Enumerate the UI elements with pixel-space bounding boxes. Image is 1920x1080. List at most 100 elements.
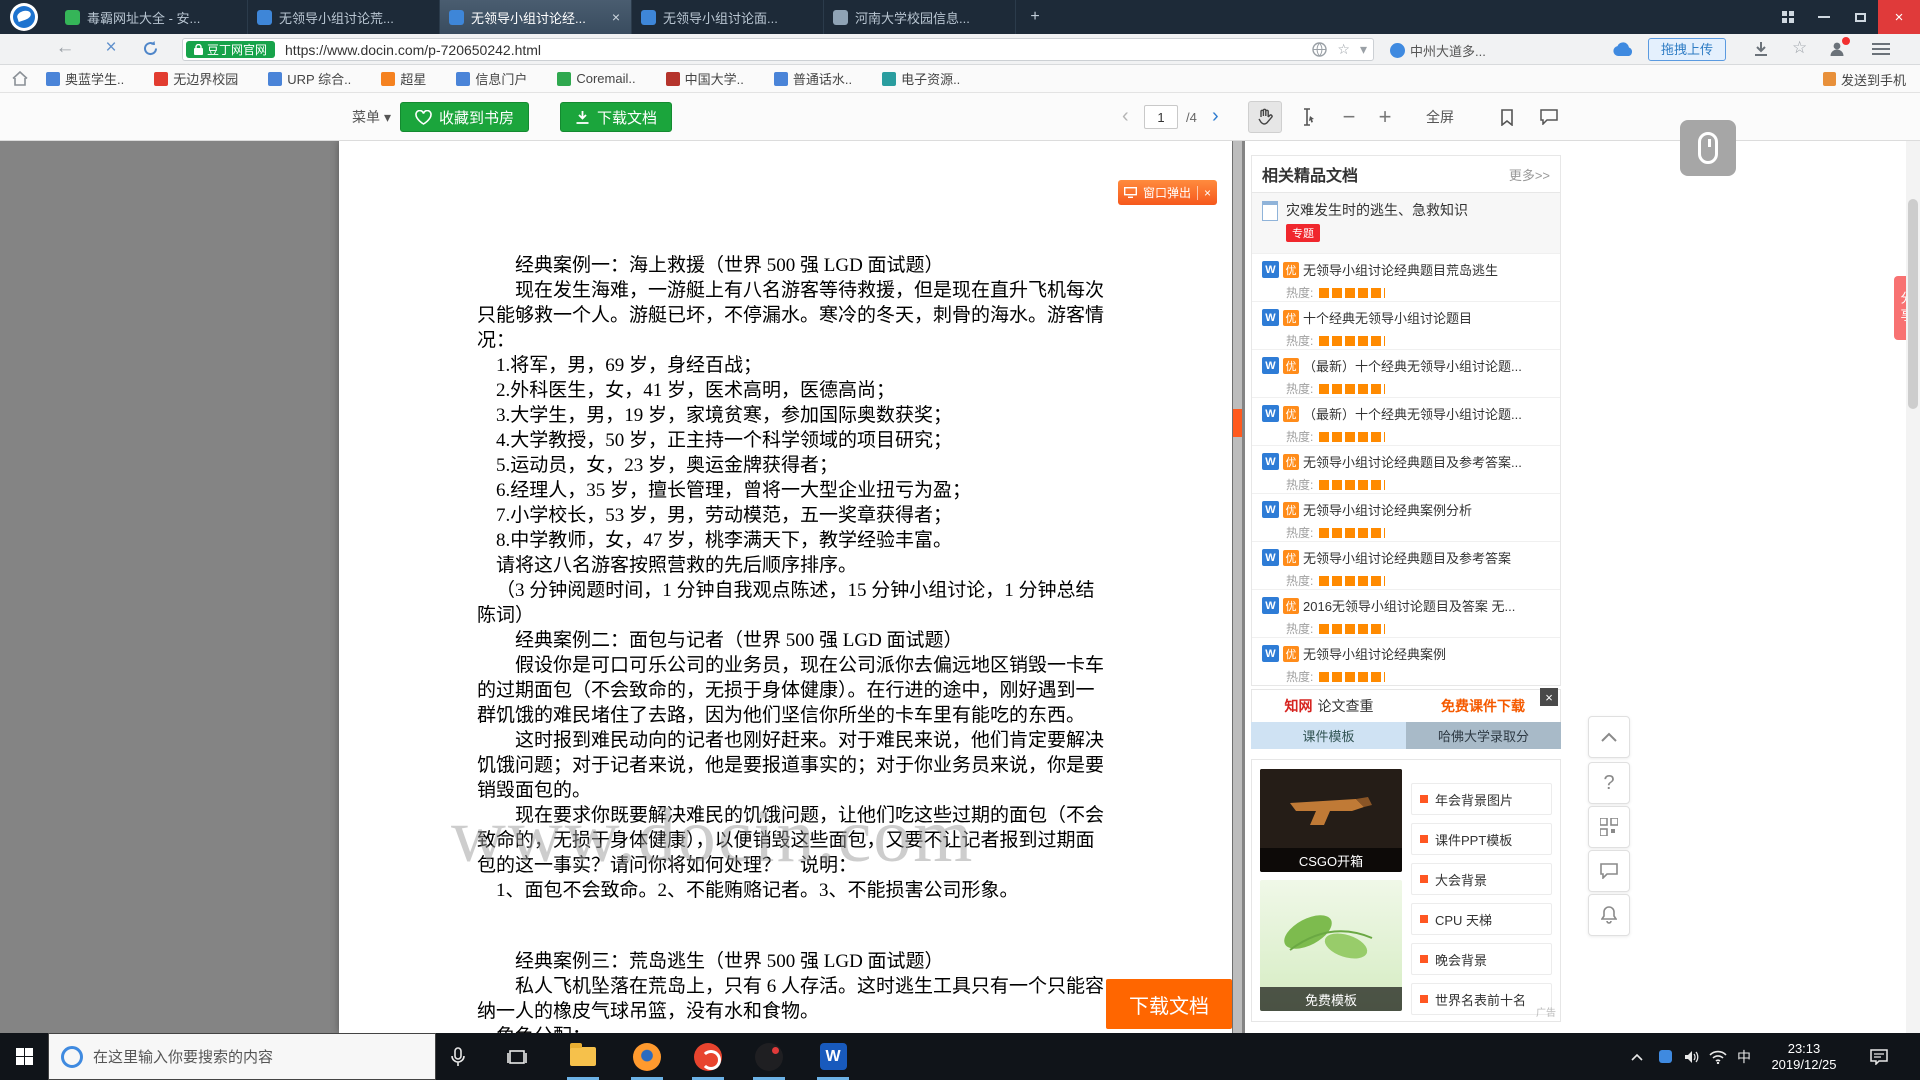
network-icon[interactable] — [1706, 1033, 1730, 1080]
back-icon[interactable]: ← — [52, 37, 78, 59]
download-doc-button[interactable]: 下载文档 — [560, 102, 672, 132]
related-doc-item[interactable]: W 优 无领导小组讨论经典题目及参考答案 热度: — [1252, 541, 1560, 589]
related-doc-item[interactable]: W 优 无领导小组讨论经典题目荒岛逃生 热度: — [1252, 253, 1560, 301]
related-doc-title[interactable]: 无领导小组讨论经典案例 — [1303, 644, 1446, 663]
bookmark-item[interactable]: 信息门户 — [456, 69, 527, 88]
bookmark-item[interactable]: 无边界校园 — [154, 69, 238, 88]
bookmark-item[interactable]: Coremail.. — [557, 71, 635, 86]
viewer-scrollbar[interactable] — [1233, 141, 1242, 1033]
drag-upload-button[interactable]: 拖拽上传 — [1648, 38, 1726, 61]
zoom-in-icon[interactable]: + — [1368, 101, 1402, 133]
maximize-button[interactable] — [1842, 0, 1878, 34]
app-grid-icon[interactable] — [1770, 0, 1806, 34]
ad-card-csgo[interactable]: CSGO开箱 — [1260, 769, 1402, 872]
qr-code-button[interactable] — [1588, 806, 1630, 848]
related-doc-item[interactable]: W 优 无领导小组讨论经典案例 热度: — [1252, 637, 1560, 685]
bookmarks-star-icon[interactable]: ☆ — [1792, 38, 1807, 58]
bookmark-item[interactable]: 中国大学.. — [666, 69, 744, 88]
related-doc-item[interactable]: W 优 无领导小组讨论经典题目及参考答案... 热度: — [1252, 445, 1560, 493]
docin-app-icon[interactable] — [684, 1033, 732, 1080]
related-doc-title[interactable]: 2016无领导小组讨论题目及答案 无... — [1303, 596, 1515, 615]
help-button[interactable]: ? — [1588, 762, 1630, 804]
ad-card-template[interactable]: 免费模板 — [1260, 880, 1402, 1011]
bookmark-item[interactable]: 电子资源.. — [882, 69, 960, 88]
browser-tab[interactable]: 河南大学校园信息... × — [824, 0, 1016, 34]
ad-tab-free-courseware[interactable]: 免费课件下载 — [1406, 690, 1560, 722]
hand-tool-icon[interactable] — [1248, 101, 1282, 133]
media-app-icon[interactable] — [745, 1033, 793, 1080]
action-center-icon[interactable] — [1862, 1033, 1896, 1080]
fullscreen-button[interactable]: 全屏 — [1416, 101, 1464, 133]
browser-tab[interactable]: 毒霸网址大全 - 安... × — [56, 0, 248, 34]
tray-expand-icon[interactable] — [1625, 1033, 1649, 1080]
home-icon[interactable] — [12, 71, 28, 86]
word-app-icon[interactable]: W — [809, 1033, 857, 1080]
task-view-icon[interactable] — [495, 1033, 539, 1080]
related-doc-item[interactable]: W 优 无领导小组讨论经典案例分析 热度: — [1252, 493, 1560, 541]
bookmark-item[interactable]: 超星 — [381, 69, 426, 88]
related-doc-title[interactable]: （最新）十个经典无领导小组讨论题... — [1303, 404, 1522, 423]
browser-logo-icon[interactable] — [10, 3, 38, 31]
mic-icon[interactable] — [436, 1033, 480, 1080]
menu-button[interactable]: 菜单▾ — [352, 107, 391, 127]
text-select-tool-icon[interactable] — [1290, 101, 1324, 133]
popup-window-button[interactable]: 窗口弹出 × — [1118, 180, 1217, 205]
related-doc-item[interactable]: W 优 2016无领导小组讨论题目及答案 无... 热度: — [1252, 589, 1560, 637]
ad-link[interactable]: 世界名表前十名 — [1411, 983, 1552, 1015]
profile-icon[interactable] — [1828, 40, 1846, 58]
url-field[interactable]: 豆丁网官网 https://www.docin.com/p-720650242.… — [182, 38, 1374, 61]
related-doc-title[interactable]: 无领导小组讨论经典题目及参考答案 — [1303, 548, 1511, 567]
featured-doc-item[interactable]: 灾难发生时的逃生、急救知识 专题 — [1252, 193, 1560, 253]
ad-link[interactable]: 大会背景 — [1411, 863, 1552, 895]
dropdown-caret-icon[interactable]: ▾ — [1360, 41, 1367, 58]
browser-menu-icon[interactable] — [1872, 43, 1890, 58]
ad-link[interactable]: 课件PPT模板 — [1411, 823, 1552, 855]
zoom-out-icon[interactable]: − — [1332, 101, 1366, 133]
related-doc-title[interactable]: 无领导小组讨论经典案例分析 — [1303, 500, 1472, 519]
download-doc-cta-button[interactable]: 下载文档 — [1106, 979, 1232, 1029]
ad-link[interactable]: 晚会背景 — [1411, 943, 1552, 975]
traffic-plugin[interactable]: 中州大道多... — [1390, 41, 1486, 60]
volume-icon[interactable] — [1680, 1033, 1704, 1080]
browser-tab[interactable]: 无领导小组讨论荒... × — [248, 0, 440, 34]
ad-tab-paper-check[interactable]: 知网 论文查重 — [1252, 690, 1406, 722]
ad-tab-harvard[interactable]: 哈佛大学录取分 — [1406, 722, 1561, 749]
download-manager-icon[interactable] — [1752, 40, 1770, 58]
tab-close-icon[interactable]: × — [610, 9, 622, 25]
comment-icon[interactable] — [1532, 101, 1566, 133]
page-scrollbar[interactable] — [1906, 141, 1920, 1033]
tray-app-icon[interactable] — [1653, 1033, 1677, 1080]
reader-mode-icon[interactable] — [1312, 42, 1327, 57]
taskbar-search[interactable]: 在这里输入你要搜索的内容 — [48, 1033, 436, 1080]
related-doc-title[interactable]: 十个经典无领导小组讨论题目 — [1303, 308, 1472, 327]
firefox-icon[interactable] — [623, 1033, 671, 1080]
related-doc-title[interactable]: （最新）十个经典无领导小组讨论题... — [1303, 356, 1522, 375]
page-number-input[interactable] — [1144, 105, 1178, 129]
refresh-icon[interactable] — [142, 40, 168, 57]
more-link[interactable]: 更多>> — [1509, 165, 1550, 184]
favorite-to-library-button[interactable]: 收藏到书房 — [400, 102, 529, 132]
minimize-button[interactable] — [1806, 0, 1842, 34]
send-to-phone-button[interactable]: 发送到手机 — [1823, 65, 1906, 93]
back-to-top-button[interactable] — [1588, 716, 1630, 758]
notification-bell-button[interactable] — [1588, 894, 1630, 936]
featured-doc-title[interactable]: 灾难发生时的逃生、急救知识 — [1286, 201, 1468, 219]
site-verified-badge[interactable]: 豆丁网官网 — [186, 41, 275, 58]
stop-icon[interactable]: × — [98, 37, 124, 59]
clock[interactable]: 23:13 2019/12/25 — [1758, 1033, 1850, 1080]
next-page-icon[interactable]: › — [1212, 105, 1219, 128]
related-doc-item[interactable]: W 优 十个经典无领导小组讨论题目 热度: — [1252, 301, 1560, 349]
feedback-chat-button[interactable] — [1588, 850, 1630, 892]
popup-close-icon[interactable]: × — [1204, 186, 1211, 200]
bookmark-item[interactable]: 奥蓝学生.. — [46, 69, 124, 88]
related-doc-title[interactable]: 无领导小组讨论经典题目及参考答案... — [1303, 452, 1522, 471]
prev-page-icon[interactable]: ‹ — [1122, 105, 1129, 128]
ad-link[interactable]: CPU 天梯 — [1411, 903, 1552, 935]
browser-tab[interactable]: 无领导小组讨论经... × — [440, 0, 632, 34]
start-button[interactable] — [0, 1033, 48, 1080]
page-scroll-thumb[interactable] — [1908, 199, 1918, 409]
favorite-star-icon[interactable]: ☆ — [1337, 41, 1350, 58]
file-explorer-icon[interactable] — [559, 1033, 607, 1080]
ad-tab-courseware-template[interactable]: 课件模板 — [1251, 722, 1406, 749]
browser-tab[interactable]: 无领导小组讨论面... × — [632, 0, 824, 34]
